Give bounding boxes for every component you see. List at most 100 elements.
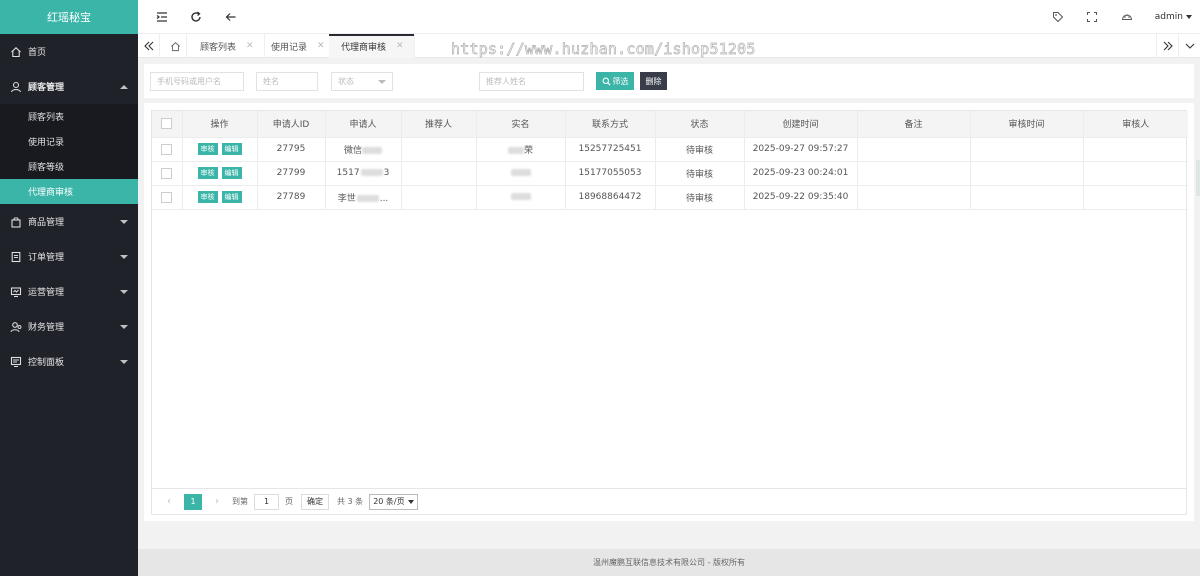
pagination: ‹ 1 › 到第 1 页 确定 共 3 条 20 条/页 xyxy=(152,488,1186,514)
close-icon[interactable]: ✕ xyxy=(317,41,325,51)
column-header[interactable]: 申请人ID xyxy=(257,111,326,138)
sidebar-group-customer[interactable]: 顾客管理 xyxy=(0,69,138,104)
sidebar-item-label: 财务管理 xyxy=(28,323,65,333)
tab-customer-list[interactable]: 顾客列表 ✕ xyxy=(188,34,265,58)
refresh-icon[interactable] xyxy=(188,9,204,25)
table-panel: 操作 申请人ID 申请人 推荐人 实名 联系方式 状态 创建时间 备注 审核时间… xyxy=(144,103,1194,521)
delete-button[interactable]: 删除 xyxy=(640,72,667,90)
table-row: 审核 编辑 27789 李世... 18968864472 待审核 2025-09… xyxy=(152,185,1188,210)
page-size-value: 20 条/页 xyxy=(373,497,405,506)
row-checkbox[interactable] xyxy=(161,191,173,203)
column-header: 推荐人 xyxy=(401,111,477,138)
status-select[interactable]: 状态 xyxy=(331,72,393,91)
real-name xyxy=(476,185,566,210)
column-header: 状态 xyxy=(655,111,745,138)
real-name xyxy=(476,161,566,186)
tab-label: 顾客列表 xyxy=(200,42,237,53)
row-checkbox[interactable] xyxy=(161,143,173,155)
sidebar-item-label: 运营管理 xyxy=(28,288,65,298)
home-tab-icon[interactable] xyxy=(165,34,187,58)
sidebar-submenu-customer: 顾客列表 使用记录 顾客等级 代理商审核 xyxy=(0,104,138,204)
applicant-name-text: 李世 xyxy=(337,193,356,204)
review-button[interactable]: 审核 xyxy=(197,167,218,179)
search-button[interactable]: 筛选 xyxy=(596,72,634,90)
sidebar-group-operation[interactable]: 运营管理 xyxy=(0,274,138,309)
column-header: 操作 xyxy=(182,111,258,138)
user-menu[interactable]: admin xyxy=(1155,12,1192,22)
status-select-value: 状态 xyxy=(338,77,354,86)
sidebar-item-home[interactable]: 首页 xyxy=(0,34,138,69)
review-button[interactable]: 审核 xyxy=(197,191,218,203)
column-header[interactable]: 创建时间 xyxy=(744,111,858,138)
tabs-menu-chevron-down-icon[interactable] xyxy=(1178,34,1200,58)
fullscreen-icon[interactable] xyxy=(1085,10,1099,24)
redacted-text xyxy=(360,169,383,176)
sidebar-item-agent-review[interactable]: 代理商审核 xyxy=(0,179,138,204)
close-icon[interactable]: ✕ xyxy=(246,41,254,51)
tag-icon[interactable] xyxy=(1051,10,1065,24)
sidebar-group-order[interactable]: 订单管理 xyxy=(0,239,138,274)
referrer xyxy=(401,137,477,162)
status: 待审核 xyxy=(655,161,745,186)
sidebar-group-product[interactable]: 商品管理 xyxy=(0,204,138,239)
table-header-row: 操作 申请人ID 申请人 推荐人 实名 联系方式 状态 创建时间 备注 审核时间… xyxy=(152,111,1188,138)
column-header[interactable]: 审核时间 xyxy=(970,111,1084,138)
prev-page-icon[interactable]: ‹ xyxy=(160,494,178,510)
row-checkbox-cell[interactable] xyxy=(152,161,183,186)
total-count: 共 3 条 xyxy=(337,497,364,506)
tab-usage-records[interactable]: 使用记录 ✕ xyxy=(259,34,336,58)
select-all-checkbox[interactable] xyxy=(161,118,173,130)
column-header: 审核人 xyxy=(1083,111,1188,138)
select-all-cell[interactable] xyxy=(152,111,183,138)
close-icon[interactable]: ✕ xyxy=(396,41,404,51)
chevron-down-icon xyxy=(120,254,128,259)
row-checkbox-cell[interactable] xyxy=(152,137,183,162)
referrer xyxy=(401,161,477,186)
redacted-text xyxy=(510,169,531,176)
sidebar-item-customer-level[interactable]: 顾客等级 xyxy=(0,154,138,179)
referrer-name-input[interactable]: 推荐人姓名 xyxy=(479,72,584,91)
applicant-id: 27795 xyxy=(257,137,326,162)
actions-cell: 审核 编辑 xyxy=(182,185,258,210)
actions-cell: 审核 编辑 xyxy=(182,137,258,162)
goto-confirm-button[interactable]: 确定 xyxy=(301,493,329,510)
page-size-select[interactable]: 20 条/页 xyxy=(369,493,418,510)
chevron-down-icon xyxy=(120,219,128,224)
row-checkbox-cell[interactable] xyxy=(152,185,183,210)
caret-down-icon xyxy=(378,80,386,84)
applicant-name: 微信 xyxy=(325,137,402,162)
scrollbar[interactable] xyxy=(1196,160,1200,196)
sidebar-group-finance[interactable]: 财务管理 xyxy=(0,309,138,344)
sidebar-item-usage-records[interactable]: 使用记录 xyxy=(0,129,138,154)
row-checkbox[interactable] xyxy=(161,167,173,179)
phone-or-username-input[interactable]: 手机号码或用户名 xyxy=(150,72,244,91)
goto-page-input[interactable]: 1 xyxy=(254,493,279,510)
edit-button[interactable]: 编辑 xyxy=(221,167,242,179)
back-arrow-icon[interactable] xyxy=(223,9,239,25)
username: admin xyxy=(1154,12,1183,22)
remark xyxy=(857,185,971,210)
applicant-name: 1517 3 xyxy=(325,161,402,186)
sidebar-group-control-panel[interactable]: 控制面板 xyxy=(0,344,138,379)
sidebar-item-customer-list[interactable]: 顾客列表 xyxy=(0,104,138,129)
next-page-icon[interactable]: › xyxy=(208,494,226,510)
phone: 18968864472 xyxy=(565,185,656,210)
monitor-icon xyxy=(9,285,23,299)
theme-icon[interactable] xyxy=(1120,10,1134,24)
edit-button[interactable]: 编辑 xyxy=(221,143,242,155)
edit-button[interactable]: 编辑 xyxy=(221,191,242,203)
column-header: 申请人 xyxy=(325,111,402,138)
tab-agent-review[interactable]: 代理商审核 ✕ xyxy=(329,34,415,58)
page-number-current[interactable]: 1 xyxy=(184,493,202,510)
tabs-scroll-left-icon[interactable] xyxy=(138,34,160,58)
caret-down-icon xyxy=(1186,15,1192,19)
chevron-down-icon xyxy=(120,289,128,294)
footer: 温州魔鹏互联信息技术有限公司 - 版权所有 xyxy=(138,549,1200,576)
menu-toggle-icon[interactable] xyxy=(154,9,170,25)
tabs-scroll-right-icon[interactable] xyxy=(1156,34,1178,58)
name-input[interactable]: 姓名 xyxy=(256,72,318,91)
applicant-name: 李世... xyxy=(325,185,402,210)
review-button[interactable]: 审核 xyxy=(197,143,218,155)
real-name: 荣 xyxy=(476,137,566,162)
sidebar: 红瑶秘宝 首页 顾客管理 顾客列表 使用记录 顾客等级 代理商审核 商品管理 订… xyxy=(0,0,138,576)
